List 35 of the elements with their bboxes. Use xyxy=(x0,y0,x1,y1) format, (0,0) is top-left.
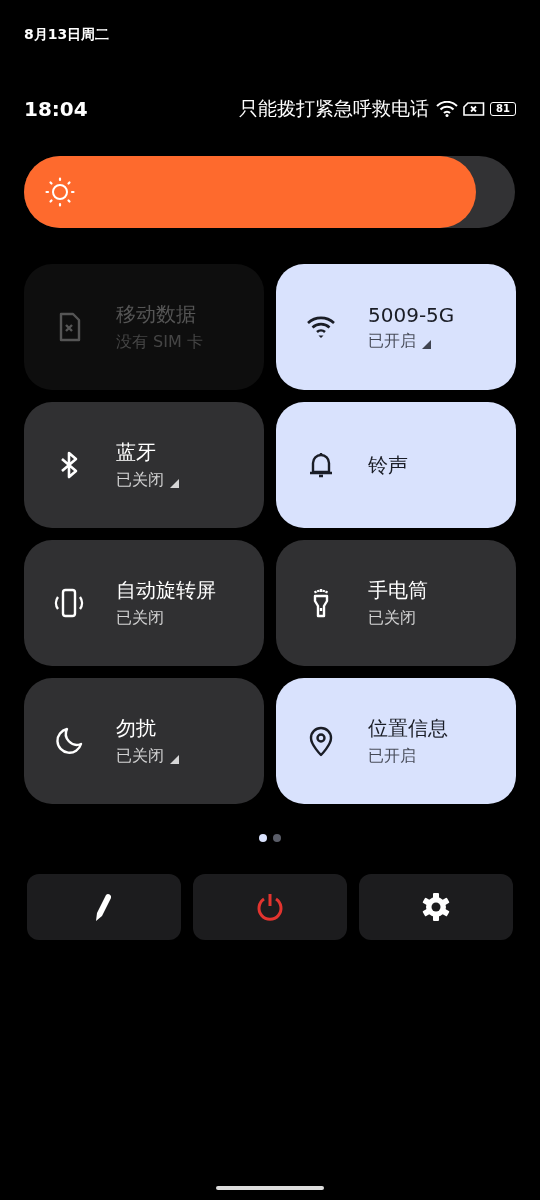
clock-text: 18:04 xyxy=(24,97,88,121)
wifi-icon xyxy=(436,101,459,117)
power-button[interactable] xyxy=(193,874,347,940)
tile-title: 铃声 xyxy=(368,451,408,479)
quick-settings-tile[interactable]: 蓝牙 已关闭 xyxy=(24,402,264,528)
tile-title: 手电筒 xyxy=(368,577,428,604)
rotate-icon xyxy=(52,586,86,620)
power-icon xyxy=(255,892,285,922)
date-text: 8月13日周二 xyxy=(24,26,111,44)
sun-icon xyxy=(45,177,75,207)
tile-status: 已关闭 xyxy=(116,608,164,629)
tile-status: 已开启 xyxy=(368,746,416,767)
tile-status: 已关闭 xyxy=(368,608,416,629)
quick-settings-tile[interactable]: 自动旋转屏 已关闭 xyxy=(24,540,264,666)
quick-settings-tile[interactable]: 5009-5G 已开启 xyxy=(276,264,516,390)
page-dot[interactable] xyxy=(273,834,281,842)
tile-title: 自动旋转屏 xyxy=(116,577,216,604)
quick-settings-tile[interactable]: 勿扰 已关闭 xyxy=(24,678,264,804)
tile-status: 已关闭 xyxy=(116,746,164,767)
tile-title: 5009-5G xyxy=(368,302,455,327)
quick-settings-tile[interactable]: 手电筒 已关闭 xyxy=(276,540,516,666)
page-dot[interactable] xyxy=(259,834,267,842)
battery-indicator: 81 xyxy=(490,102,516,116)
tile-status: 已开启 xyxy=(368,330,416,352)
quick-settings-tile[interactable]: 铃声 xyxy=(276,402,516,528)
no-sim-icon xyxy=(463,102,486,116)
tile-title: 勿扰 xyxy=(116,715,157,742)
tile-status: 已关闭 xyxy=(116,470,164,491)
tile-title: 移动数据 xyxy=(116,301,197,328)
tile-title: 蓝牙 xyxy=(116,439,157,466)
tile-title: 位置信息 xyxy=(368,715,448,742)
carrier-text: 只能拨打紧急呼救电话 xyxy=(239,96,430,121)
settings-icon xyxy=(421,892,451,922)
quick-settings-tile[interactable]: 位置信息 已开启 xyxy=(276,678,516,804)
settings-button[interactable] xyxy=(359,874,513,940)
